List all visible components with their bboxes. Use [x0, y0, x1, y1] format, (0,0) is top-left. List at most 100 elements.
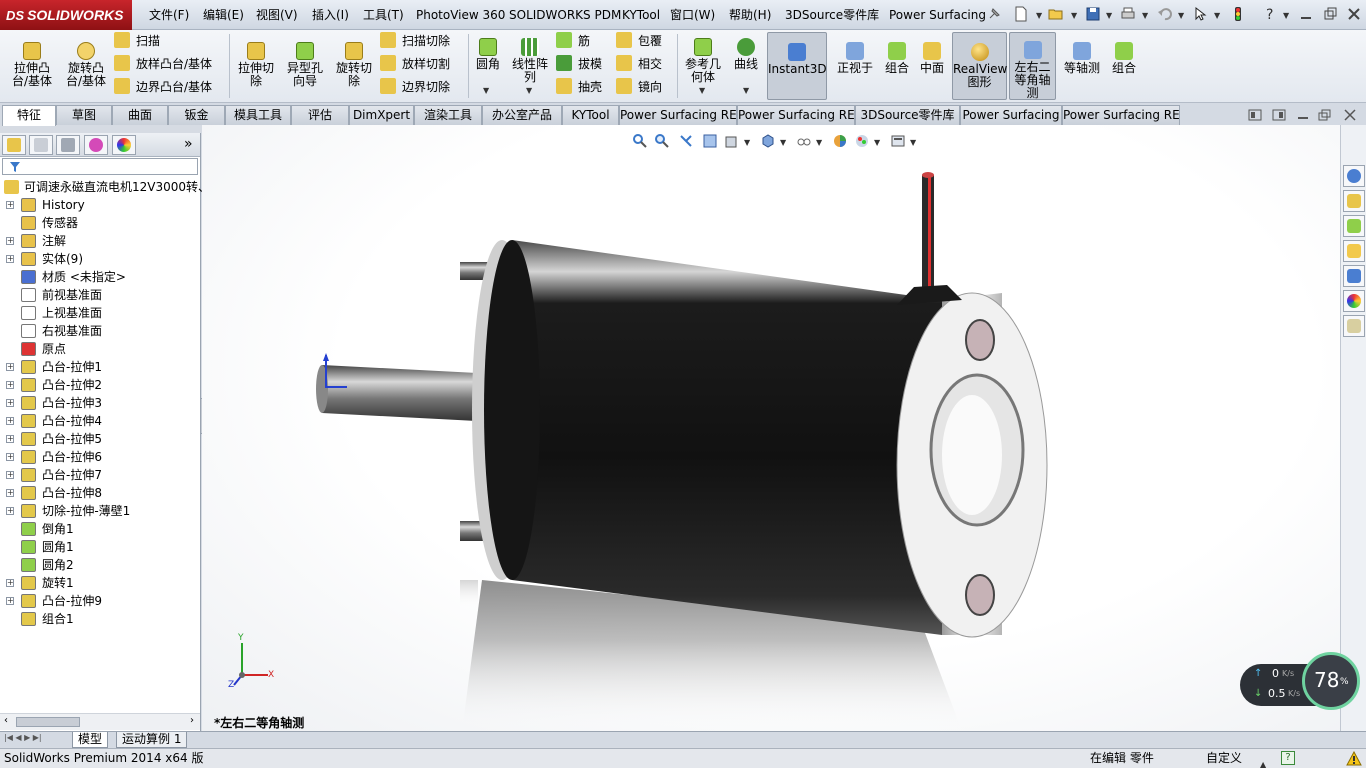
- new-dropdown-chevron-icon[interactable]: ▼: [1036, 11, 1042, 20]
- rebuild-traffic-light-icon[interactable]: [1230, 6, 1246, 22]
- tab-sheet-metal[interactable]: 钣金: [168, 105, 225, 125]
- help-dropdown-chevron-icon[interactable]: ▼: [1283, 11, 1289, 20]
- rebuild-warning-icon[interactable]: [1346, 751, 1362, 767]
- tab-mold-tools[interactable]: 模具工具: [225, 105, 291, 125]
- file-explorer-button[interactable]: [1343, 240, 1365, 262]
- tab-motion-study-1[interactable]: 运动算例 1: [116, 732, 188, 748]
- tab-office-products[interactable]: 办公室产品: [482, 105, 562, 125]
- close-icon[interactable]: [1346, 6, 1362, 22]
- print-dropdown-chevron-icon[interactable]: ▼: [1142, 11, 1148, 20]
- tree-item[interactable]: + 凸台-拉伸7: [0, 466, 200, 484]
- tab-power-surfacing-re-2[interactable]: Power Surfacing RE: [737, 105, 855, 125]
- tree-item[interactable]: + 凸台-拉伸1: [0, 358, 200, 376]
- help-icon[interactable]: ?: [1263, 6, 1279, 22]
- fillet-button[interactable]: 圆角: [472, 38, 504, 71]
- expand-toggle-icon[interactable]: +: [6, 597, 14, 605]
- tree-item[interactable]: 倒角1: [0, 520, 200, 538]
- expand-panel-chevron-icon[interactable]: »: [184, 136, 193, 152]
- boundary-boss-button[interactable]: 边界凸台/基体: [114, 77, 212, 97]
- isometric-button[interactable]: 等轴测: [1060, 42, 1104, 75]
- combine2-button[interactable]: 组合: [1108, 42, 1140, 75]
- expand-toggle-icon[interactable]: +: [6, 237, 14, 245]
- solidworks-resources-button[interactable]: [1343, 165, 1365, 187]
- wrap-button[interactable]: 包覆: [616, 31, 662, 51]
- pattern-dropdown-chevron-icon[interactable]: ▼: [526, 86, 532, 95]
- open-dropdown-chevron-icon[interactable]: ▼: [1071, 11, 1077, 20]
- tab-3dsource[interactable]: 3DSource零件库: [855, 105, 960, 125]
- tab-feature-tree[interactable]: [2, 135, 26, 155]
- tree-item[interactable]: 上视基准面: [0, 304, 200, 322]
- tree-item[interactable]: 传感器: [0, 214, 200, 232]
- status-units[interactable]: 自定义: [1206, 749, 1242, 768]
- tab-kytool[interactable]: KYTool: [562, 105, 619, 125]
- tree-item[interactable]: + 实体(9): [0, 250, 200, 268]
- shell-button[interactable]: 抽壳: [556, 77, 602, 97]
- tree-item[interactable]: 原点: [0, 340, 200, 358]
- tab-render-tools[interactable]: 渲染工具: [414, 105, 482, 125]
- tree-item[interactable]: 材质 <未指定>: [0, 268, 200, 286]
- tree-item[interactable]: + 注解: [0, 232, 200, 250]
- save-dropdown-chevron-icon[interactable]: ▼: [1106, 11, 1112, 20]
- doc-tile-icon[interactable]: [1248, 109, 1262, 121]
- expand-toggle-icon[interactable]: +: [6, 381, 14, 389]
- menu-pdm[interactable]: SOLIDWORKS PDM: [509, 6, 621, 24]
- doc-cascade-icon[interactable]: [1272, 109, 1286, 121]
- tree-item[interactable]: + History: [0, 196, 200, 214]
- tab-sketch[interactable]: 草图: [56, 105, 112, 125]
- tab-power-surfacing-re-1[interactable]: Power Surfacing RE: [619, 105, 737, 125]
- tree-item[interactable]: + 凸台-拉伸9: [0, 592, 200, 610]
- menu-power-surfacing[interactable]: Power Surfacing: [889, 6, 986, 24]
- menu-help[interactable]: 帮助(H): [729, 6, 771, 24]
- tab-property-manager[interactable]: [29, 135, 53, 155]
- expand-toggle-icon[interactable]: +: [6, 489, 14, 497]
- swept-cut-button[interactable]: 扫描切除: [380, 31, 450, 51]
- tree-item[interactable]: + 凸台-拉伸2: [0, 376, 200, 394]
- tree-item[interactable]: + 凸台-拉伸6: [0, 448, 200, 466]
- tree-item[interactable]: + 凸台-拉伸3: [0, 394, 200, 412]
- normal-to-button[interactable]: 正视于: [833, 42, 877, 75]
- tab-dimxpert-manager[interactable]: [84, 135, 108, 155]
- appearances-button[interactable]: [1343, 290, 1365, 312]
- ref-geometry-dropdown-chevron-icon[interactable]: ▼: [699, 86, 705, 95]
- scroll-left-icon[interactable]: ‹: [4, 715, 8, 726]
- open-folder-icon[interactable]: [1048, 6, 1064, 22]
- dimetric-view-button[interactable]: 左右二 等角轴 测: [1009, 32, 1056, 100]
- menu-edit[interactable]: 编辑(E): [203, 6, 244, 24]
- minimize-icon[interactable]: [1298, 6, 1314, 22]
- view-palette-button[interactable]: [1343, 265, 1365, 287]
- custom-properties-button[interactable]: [1343, 315, 1365, 337]
- menu-view[interactable]: 视图(V): [256, 6, 298, 24]
- loft-boss-button[interactable]: 放样凸台/基体: [114, 54, 212, 74]
- tree-item[interactable]: + 切除-拉伸-薄壁1: [0, 502, 200, 520]
- tab-features[interactable]: 特征: [2, 105, 56, 126]
- revolve-boss-button[interactable]: 旋转凸 台/基体: [62, 42, 110, 88]
- print-icon[interactable]: [1120, 6, 1136, 22]
- scroll-thumb[interactable]: [16, 717, 80, 727]
- doc-close-icon[interactable]: [1343, 109, 1357, 121]
- tree-item[interactable]: 圆角2: [0, 556, 200, 574]
- expand-toggle-icon[interactable]: +: [6, 363, 14, 371]
- tree-item[interactable]: 前视基准面: [0, 286, 200, 304]
- tab-configuration-manager[interactable]: [56, 135, 80, 155]
- feature-tree-filter[interactable]: [2, 158, 198, 175]
- curves-button[interactable]: 曲线: [730, 38, 762, 71]
- select-pointer-icon[interactable]: [1192, 6, 1208, 22]
- menu-photoview[interactable]: PhotoView 360: [416, 6, 505, 24]
- tab-power-surfacing-re-3[interactable]: Power Surfacing RE: [1062, 105, 1180, 125]
- sweep-button[interactable]: 扫描: [114, 31, 160, 51]
- instant3d-button[interactable]: Instant3D: [767, 32, 827, 100]
- pin-icon[interactable]: [986, 6, 1002, 22]
- expand-toggle-icon[interactable]: +: [6, 201, 14, 209]
- expand-toggle-icon[interactable]: +: [6, 453, 14, 461]
- mirror-button[interactable]: 镜向: [616, 77, 662, 97]
- tree-item[interactable]: 右视基准面: [0, 322, 200, 340]
- revolve-cut-button[interactable]: 旋转切 除: [332, 42, 376, 88]
- linear-pattern-button[interactable]: 线性阵 列: [508, 38, 552, 84]
- tab-nav-arrows-icon[interactable]: |◀ ◀ ▶ ▶|: [4, 733, 42, 742]
- scroll-right-icon[interactable]: ›: [190, 715, 194, 726]
- tree-item[interactable]: + 旋转1: [0, 574, 200, 592]
- extrude-boss-button[interactable]: 拉伸凸 台/基体: [8, 42, 56, 88]
- extrude-cut-button[interactable]: 拉伸切 除: [234, 42, 278, 88]
- hole-wizard-button[interactable]: 异型孔 向导: [283, 42, 327, 88]
- expand-toggle-icon[interactable]: +: [6, 417, 14, 425]
